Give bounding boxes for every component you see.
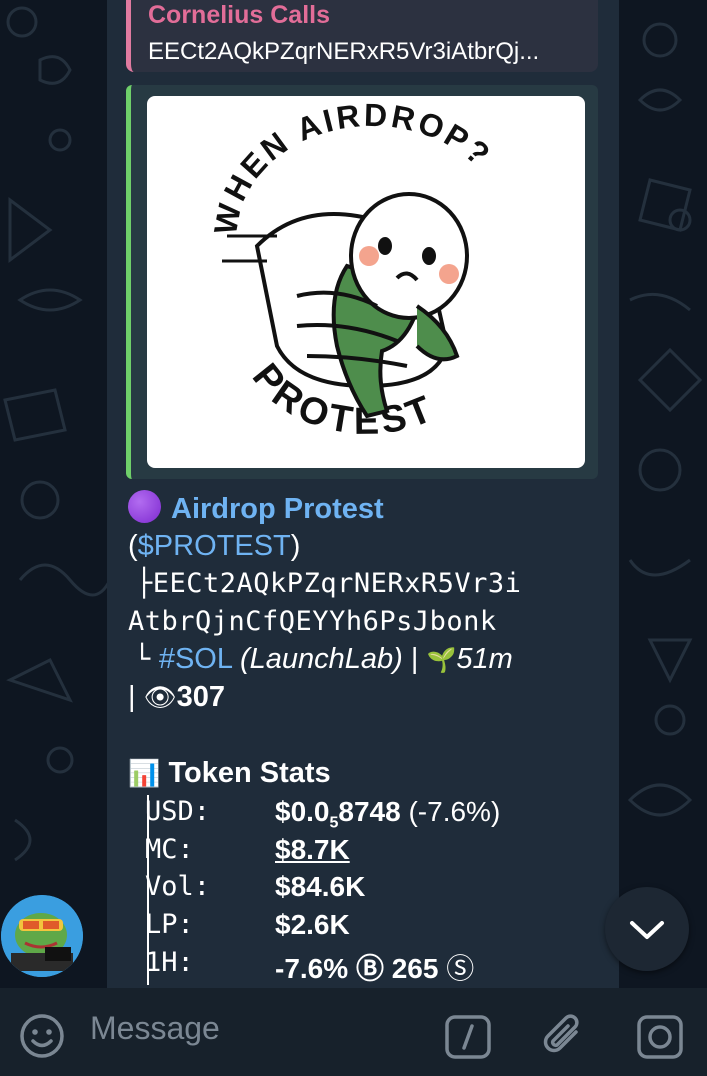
scroll-down-button[interactable] — [605, 887, 689, 971]
views-line: | 👁307 — [128, 681, 225, 714]
sells-icon: Ⓢ — [446, 953, 475, 984]
ticker-close: ) — [290, 530, 301, 562]
change-1h: -7.6% — [275, 953, 349, 984]
sender-avatar[interactable] — [1, 895, 83, 977]
command-icon[interactable] — [444, 1014, 492, 1060]
reply-sender-name: Cornelius Calls — [148, 1, 330, 29]
chevron-down-icon — [630, 921, 664, 939]
camera-icon[interactable] — [636, 1014, 684, 1060]
preview-image[interactable]: WHEN AIRDROP? PROTEST — [147, 96, 585, 468]
stat-row-usd: USD: $0.058748 (-7.6%) — [145, 796, 605, 833]
eye-icon: 👁 — [143, 682, 177, 712]
token-title-line: Airdrop Protest — [128, 490, 384, 526]
chain-line: └ #SOL (LaunchLab) | 🌱51m — [134, 643, 513, 676]
reply-quote[interactable]: Cornelius Calls EECt2AQkPZqrNERxR5Vr3iAt… — [126, 0, 598, 72]
stat-key: MC: — [145, 834, 194, 865]
stat-value: $2.6K — [275, 909, 350, 940]
market-cap-link[interactable]: $8.7K — [275, 834, 350, 866]
price-digits: 8748 — [338, 796, 401, 827]
bar-chart-icon: 📊 — [128, 758, 161, 788]
stat-row-1h: 1H: -7.6% Ⓑ 265 Ⓢ — [145, 947, 605, 984]
buys-icon: Ⓑ — [355, 953, 384, 984]
separator: | — [410, 643, 419, 675]
stats-header: 📊 Token Stats — [128, 757, 331, 790]
stat-key: 1H: — [145, 947, 194, 978]
stat-row-mc: MC: $8.7K — [145, 834, 605, 871]
chain-tag-link[interactable]: #SOL — [159, 643, 232, 675]
tree-end: └ — [134, 644, 151, 675]
price-prefix: $0.0 — [275, 796, 330, 827]
token-age: 51m — [456, 643, 513, 675]
stat-key: LP: — [145, 909, 194, 940]
contract-address-part-2[interactable]: AtbrQjnCfQEYYh6PsJbonk — [128, 606, 497, 637]
stat-value: $0.058748 (-7.6%) — [275, 796, 500, 833]
stat-value: -7.6% Ⓑ 265 Ⓢ — [275, 947, 474, 987]
stat-key: USD: — [145, 796, 211, 827]
ticker-line: ($PROTEST) — [128, 530, 300, 563]
ticker-link[interactable]: $PROTEST — [138, 530, 291, 562]
link-preview[interactable]: WHEN AIRDROP? PROTEST — [126, 85, 598, 479]
stats-title: Token Stats — [168, 757, 331, 789]
ticker-open: ( — [128, 530, 138, 562]
stat-row-lp: LP: $2.6K — [145, 909, 605, 946]
message-input[interactable]: Message — [90, 1010, 220, 1047]
views-count: 307 — [176, 681, 226, 713]
airdrop-protest-illustration: WHEN AIRDROP? PROTEST — [207, 97, 496, 443]
pepe-avatar-icon — [1, 895, 83, 977]
separator: | — [128, 681, 136, 713]
stat-key: Vol: — [145, 871, 211, 902]
tx-count: 265 — [391, 953, 439, 984]
price-delta: (-7.6%) — [408, 796, 501, 827]
launchpad-label: (LaunchLab) — [239, 643, 403, 675]
message-input-bar: Message — [0, 988, 707, 1076]
seedling-icon: 🌱 — [426, 647, 457, 674]
address-line-1: ├EECt2AQkPZqrNERxR5Vr3i — [136, 568, 521, 599]
contract-address-part-1[interactable]: EECt2AQkPZqrNERxR5Vr3i — [153, 568, 522, 599]
stat-value: $84.6K — [275, 871, 366, 902]
attach-icon[interactable] — [540, 1012, 588, 1062]
token-name[interactable]: Airdrop Protest — [171, 493, 384, 525]
emoji-icon[interactable] — [18, 1012, 66, 1060]
tree-branch: ├ — [136, 568, 153, 599]
reply-text: EECt2AQkPZqrNERxR5Vr3iAtbrQj... — [148, 38, 540, 65]
purple-circle-icon — [128, 490, 161, 523]
stat-row-vol: Vol: $84.6K — [145, 871, 605, 908]
